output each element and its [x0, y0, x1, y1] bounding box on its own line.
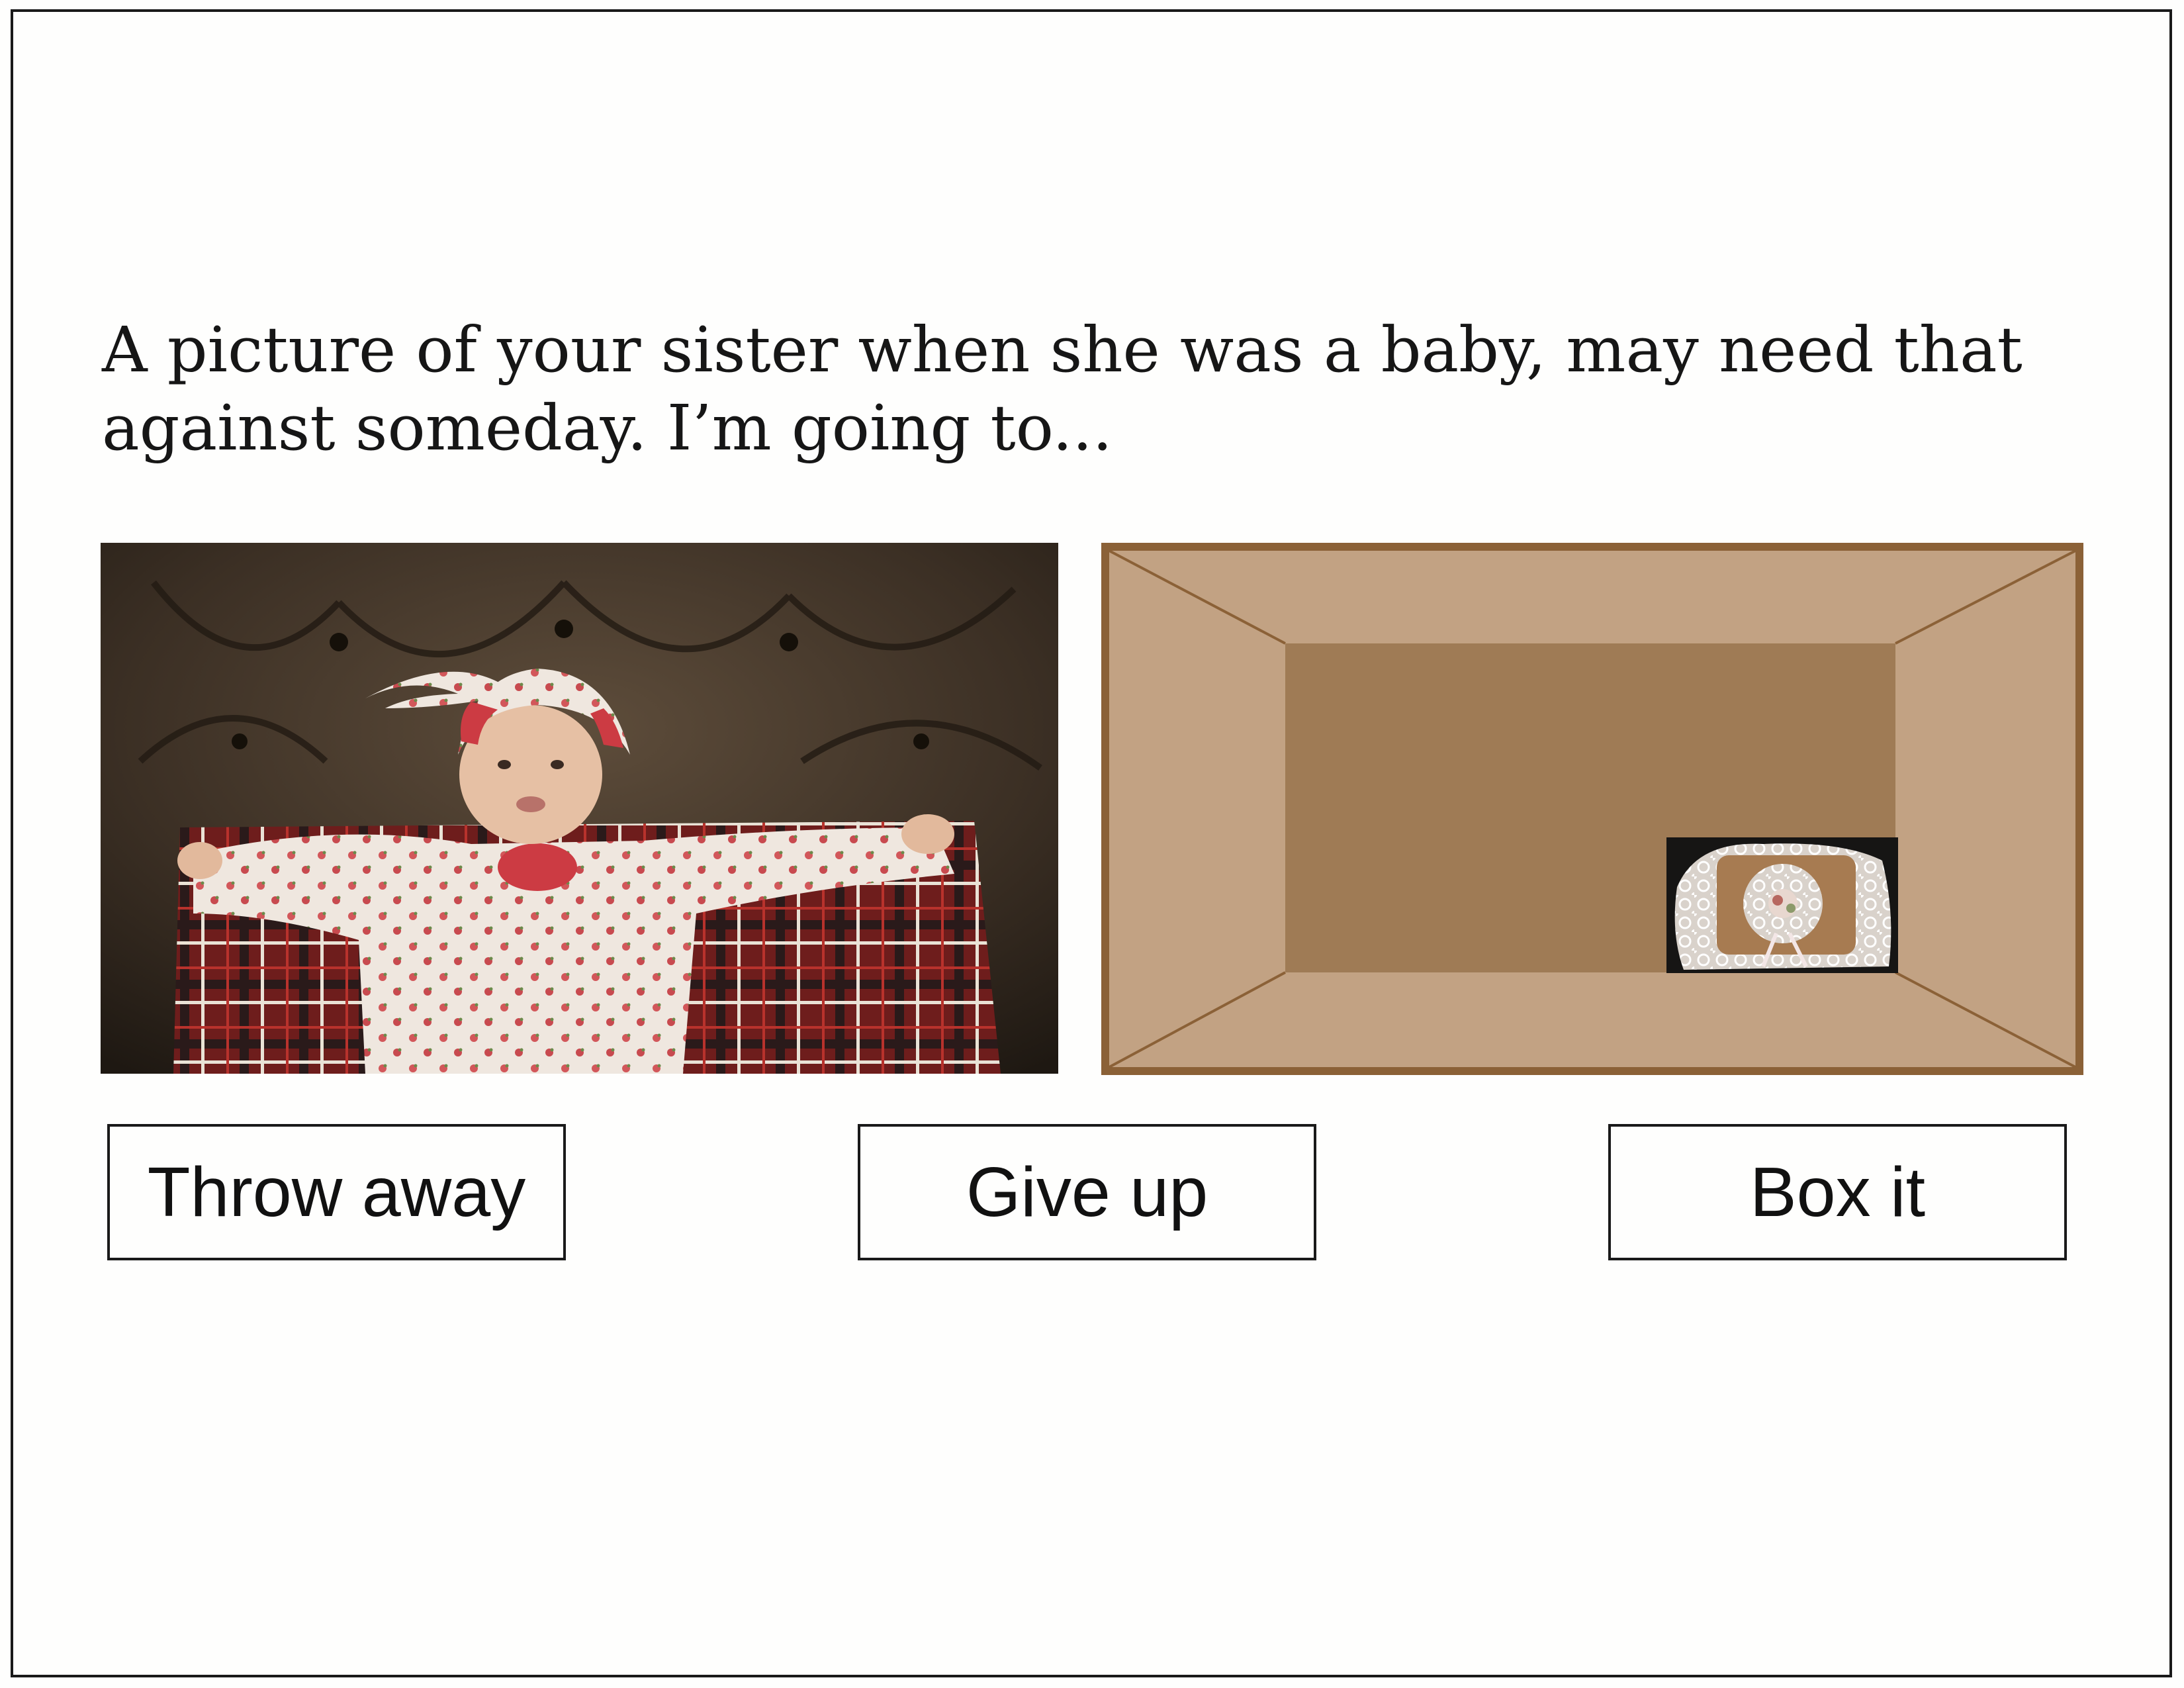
give-up-button[interactable]: Give up: [858, 1124, 1316, 1260]
open-box-image: [1101, 543, 2083, 1075]
page: A picture of your sister when she was a …: [0, 0, 2184, 1688]
throw-away-button[interactable]: Throw away: [107, 1124, 566, 1260]
item-photo: [101, 543, 1058, 1074]
pillow-thumbnail: [1666, 837, 1898, 973]
box-it-button[interactable]: Box it: [1608, 1124, 2067, 1260]
prompt-line-1: A picture of your sister when she was a …: [102, 314, 2023, 387]
baby-photo-image: [101, 543, 1058, 1074]
prompt-text: A picture of your sister when she was a …: [102, 311, 2087, 467]
open-box: [1101, 543, 2083, 1075]
prompt-line-2: against someday. I’m going to...: [102, 392, 1113, 465]
